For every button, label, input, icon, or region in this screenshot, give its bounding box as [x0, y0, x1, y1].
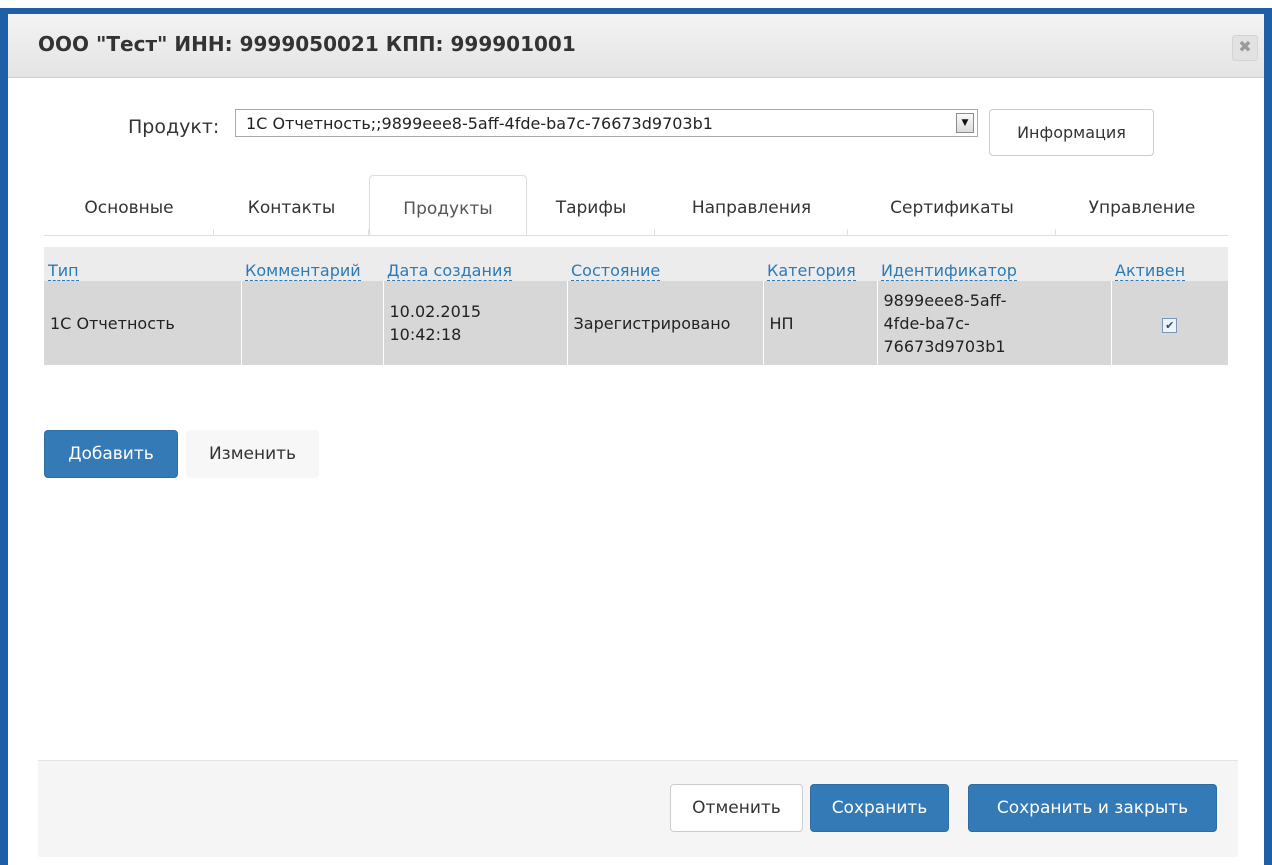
tab-bar: Основные Контакты Продукты Тарифы Направ… [44, 175, 1228, 236]
save-close-button[interactable]: Сохранить и закрыть [968, 784, 1217, 832]
tab-contacts[interactable]: Контакты [214, 175, 369, 235]
dialog-title: ООО "Тест" ИНН: 9999050021 КПП: 99990100… [38, 32, 576, 56]
cell-comment [241, 281, 384, 365]
cancel-button[interactable]: Отменить [670, 784, 803, 832]
col-header-created[interactable]: Дата создания [383, 247, 567, 281]
cell-type: 1С Отчетность [44, 281, 242, 365]
col-header-identifier[interactable]: Идентификатор [877, 247, 1111, 281]
tab-certificates[interactable]: Сертификаты [848, 175, 1056, 235]
product-select[interactable]: 1С Отчетность;;9899eee8-5aff-4fde-ba7c-7… [235, 109, 978, 137]
edit-button[interactable]: Изменить [186, 430, 319, 478]
active-checkbox[interactable]: ✔ [1162, 317, 1178, 333]
info-button[interactable]: Информация [989, 109, 1154, 156]
cell-identifier: 9899eee8-5aff- 4fde-ba7c- 76673d9703b1 [877, 281, 1112, 365]
dialog-footer: Отменить Сохранить Сохранить и закрыть [38, 760, 1238, 857]
col-header-state[interactable]: Состояние [567, 247, 763, 281]
col-header-comment[interactable]: Комментарий [241, 247, 383, 281]
save-button[interactable]: Сохранить [810, 784, 949, 832]
tab-directions[interactable]: Направления [655, 175, 848, 235]
product-label: Продукт: [128, 116, 220, 138]
col-header-category[interactable]: Категория [763, 247, 877, 281]
table-header-row: Тип Комментарий Дата создания Состояние … [44, 247, 1228, 281]
tab-tariffs[interactable]: Тарифы [527, 175, 655, 235]
cell-state: Зарегистрировано [567, 281, 764, 365]
dialog-titlebar: ООО "Тест" ИНН: 9999050021 КПП: 99990100… [8, 14, 1264, 78]
close-icon[interactable]: ✖ [1232, 35, 1258, 61]
cell-category: НП [763, 281, 878, 365]
col-header-active[interactable]: Активен [1111, 247, 1228, 281]
tab-products[interactable]: Продукты [369, 175, 527, 235]
products-table: Тип Комментарий Дата создания Состояние … [44, 247, 1228, 365]
organization-dialog: ООО "Тест" ИНН: 9999050021 КПП: 99990100… [8, 14, 1264, 865]
cell-active: ✔ [1111, 281, 1228, 365]
cell-created: 10.02.2015 10:42:18 [383, 281, 568, 365]
col-header-type[interactable]: Тип [44, 247, 241, 281]
chevron-down-icon[interactable]: ▼ [956, 113, 974, 133]
add-button[interactable]: Добавить [44, 430, 178, 478]
product-row: Продукт: 1С Отчетность;;9899eee8-5aff-4f… [8, 109, 1264, 156]
tab-main[interactable]: Основные [44, 175, 214, 235]
tab-management[interactable]: Управление [1056, 175, 1228, 235]
product-select-value: 1С Отчетность;;9899eee8-5aff-4fde-ba7c-7… [246, 114, 713, 133]
table-row[interactable]: 1С Отчетность 10.02.2015 10:42:18 Зареги… [44, 281, 1228, 365]
